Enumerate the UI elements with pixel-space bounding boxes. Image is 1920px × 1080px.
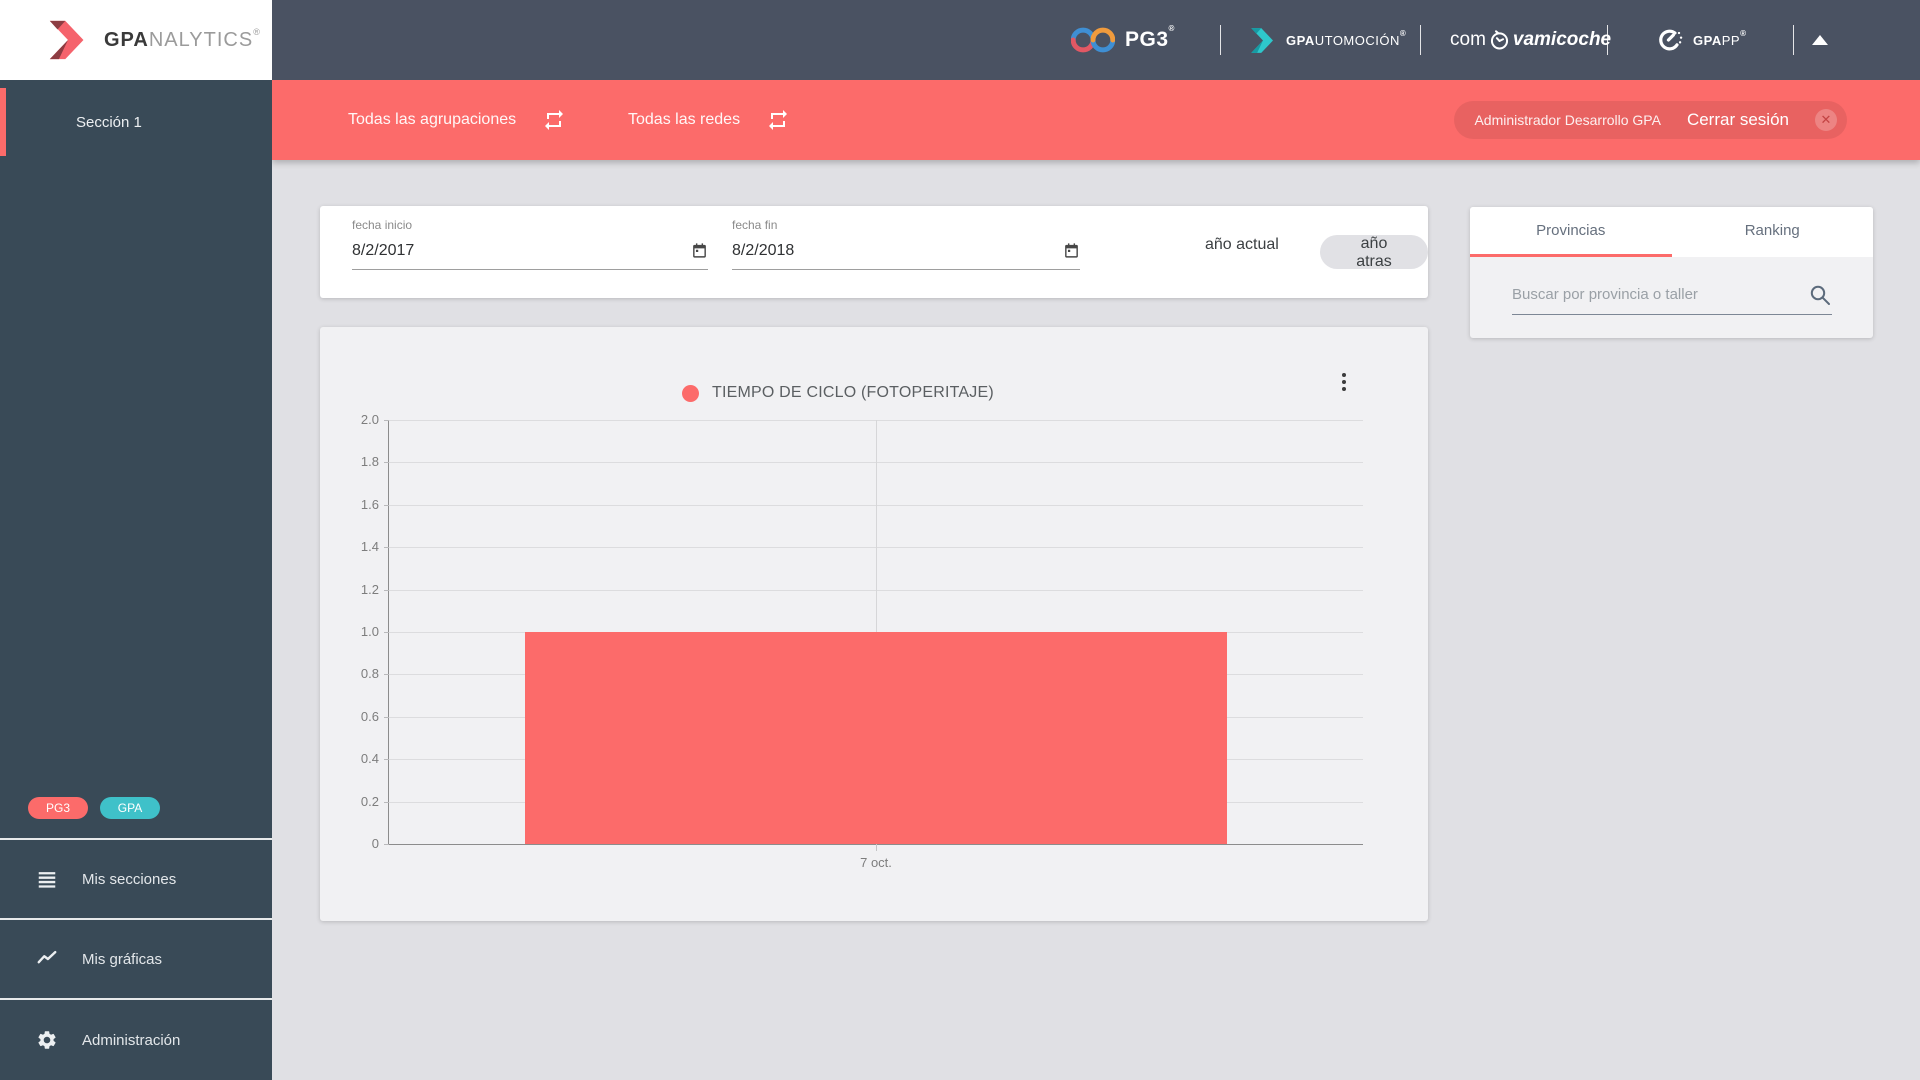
sidebar-item-mis-secciones[interactable]: Mis secciones [0, 838, 272, 918]
pg3-badge[interactable]: PG3 [28, 797, 88, 819]
y-axis-tick [384, 632, 389, 633]
y-axis-tick [384, 590, 389, 591]
groupings-filter[interactable]: Todas las agrupaciones [348, 80, 566, 160]
repeat-icon [766, 108, 790, 132]
end-date-input[interactable] [732, 242, 1063, 260]
stopwatch-icon [1488, 28, 1511, 52]
pg3-infinity-icon [1071, 26, 1115, 54]
y-axis-tick [384, 844, 389, 845]
y-axis-tick-label: 0.8 [335, 666, 379, 681]
gpanalytics-logo[interactable]: GPANALYTICS® [0, 0, 272, 80]
chart-bar[interactable] [525, 632, 1226, 844]
groupings-filter-label: Todas las agrupaciones [348, 111, 516, 129]
header-divider [1420, 25, 1421, 55]
y-axis-tick-label: 1.8 [335, 454, 379, 469]
y-axis-tick-label: 1.0 [335, 624, 379, 639]
y-axis-tick [384, 759, 389, 760]
networks-filter-label: Todas las redes [628, 111, 740, 129]
y-axis-tick [384, 674, 389, 675]
chart-card: TIEMPO DE CICLO (FOTOPERITAJE) 2.01.81.6… [320, 327, 1428, 921]
gpapp-logo[interactable]: GPAPP® [1655, 0, 1746, 80]
gpa-badge[interactable]: GPA [100, 797, 160, 819]
sidebar-menu: Mis secciones Mis gráficas Administració… [0, 838, 272, 1080]
networks-filter[interactable]: Todas las redes [628, 80, 790, 160]
collapse-header-button[interactable] [1812, 0, 1828, 80]
y-axis-tick [384, 802, 389, 803]
legend-label: TIEMPO DE CICLO (FOTOPERITAJE) [712, 384, 994, 402]
sidebar-item-seccion-1[interactable]: Sección 1 [0, 88, 272, 156]
repeat-icon [542, 108, 566, 132]
date-range-card: fecha inicio fecha fin año actual año at… [320, 206, 1428, 298]
wrench-spark-icon [1655, 26, 1683, 54]
user-session-pill: Administrador Desarrollo GPA Cerrar sesi… [1454, 101, 1847, 139]
gpapp-label: GPAPP® [1693, 33, 1746, 48]
pg3-logo[interactable]: PG3® [1071, 0, 1175, 80]
header-divider [1607, 25, 1608, 55]
y-axis-tick-label: 1.2 [335, 582, 379, 597]
end-date-field: fecha fin [732, 218, 1080, 270]
pg3-label: PG3® [1125, 28, 1175, 52]
header-divider [1793, 25, 1794, 55]
year-ago-button[interactable]: año atras [1320, 235, 1428, 269]
y-axis-tick-label: 2.0 [335, 412, 379, 427]
tab-ranking[interactable]: Ranking [1672, 207, 1874, 257]
y-axis-tick-label: 0.4 [335, 751, 379, 766]
sidebar-item-label: Mis gráficas [82, 951, 162, 968]
gpautomocion-label: GPAUTOMOCIÓN® [1286, 33, 1406, 48]
y-axis-tick [384, 462, 389, 463]
end-date-label: fecha fin [732, 218, 1080, 232]
sidebar: Sección 1 PG3 GPA Mis secciones Mis gráf… [0, 80, 272, 1080]
reorder-icon [36, 868, 58, 890]
sidebar-item-mis-graficas[interactable]: Mis gráficas [0, 918, 272, 998]
y-axis-tick [384, 547, 389, 548]
start-date-label: fecha inicio [352, 218, 708, 232]
gpanalytics-wordmark: GPANALYTICS® [104, 29, 261, 52]
legend-dot [682, 385, 699, 402]
line-chart-icon [36, 948, 58, 970]
calendar-icon[interactable] [691, 242, 708, 259]
start-date-field: fecha inicio [352, 218, 708, 270]
sidebar-badges: PG3 GPA [28, 797, 160, 819]
filter-bar: Todas las agrupaciones Todas las redes A… [272, 80, 1920, 160]
logout-button[interactable]: Cerrar sesión [1687, 110, 1789, 130]
tab-provincias[interactable]: Provincias [1470, 207, 1672, 257]
gear-icon [36, 1029, 58, 1051]
sidebar-item-label: Mis secciones [82, 871, 176, 888]
header-divider [1220, 25, 1221, 55]
caret-up-icon [1812, 35, 1828, 45]
x-axis-tick [876, 844, 877, 851]
current-year-button[interactable]: año actual [1205, 236, 1279, 254]
calendar-icon[interactable] [1063, 242, 1080, 259]
gpautomocion-logo[interactable]: GPAUTOMOCIÓN® [1250, 0, 1406, 80]
sidebar-item-administracion[interactable]: Administración [0, 998, 272, 1080]
start-date-input[interactable] [352, 242, 691, 260]
sidebar-item-label: Administración [82, 1032, 180, 1049]
y-axis-tick-label: 1.4 [335, 539, 379, 554]
gpautomocion-arrow-icon [1250, 27, 1276, 54]
compravamicoche-logo[interactable]: com vamicoche [1450, 0, 1611, 80]
search-icon[interactable] [1808, 283, 1832, 307]
panel-tabbar: Provincias Ranking [1470, 207, 1873, 257]
y-axis-tick [384, 717, 389, 718]
y-axis-tick-label: 1.6 [335, 497, 379, 512]
search-field [1512, 275, 1832, 315]
x-axis-tick-label: 7 oct. [860, 855, 892, 870]
top-header: PG3® GPAUTOMOCIÓN® com vamicoche [272, 0, 1920, 80]
y-axis-tick-label: 0.6 [335, 709, 379, 724]
y-axis-tick-label: 0 [335, 836, 379, 851]
y-axis-tick [384, 505, 389, 506]
section-label: Sección 1 [76, 114, 142, 131]
gpanalytics-arrow-icon [48, 18, 88, 62]
user-name: Administrador Desarrollo GPA [1474, 112, 1660, 128]
chart-legend: TIEMPO DE CICLO (FOTOPERITAJE) [682, 384, 994, 402]
y-axis-tick-label: 0.2 [335, 794, 379, 809]
y-axis-tick [384, 420, 389, 421]
chart-menu-button[interactable] [1338, 369, 1350, 395]
compravamicoche-label: com vamicoche [1450, 28, 1611, 52]
app-root: GPANALYTICS® PG3® GPAUTOMOCIÓN® com [0, 0, 1920, 1080]
logout-close-icon[interactable]: ✕ [1815, 109, 1837, 131]
search-input[interactable] [1512, 286, 1808, 303]
province-panel: Provincias Ranking [1470, 207, 1873, 338]
chart-plot: 2.01.81.61.41.21.00.80.60.40.207 oct. [388, 420, 1363, 845]
